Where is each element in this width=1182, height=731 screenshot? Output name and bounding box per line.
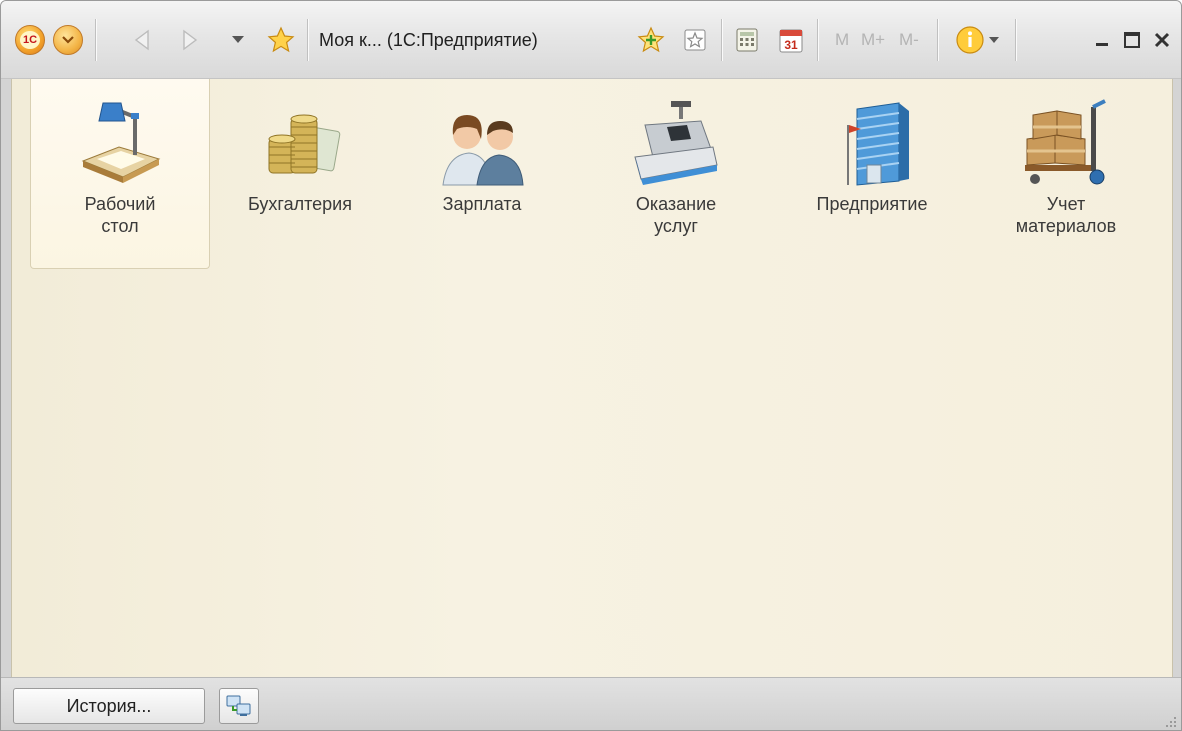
favorites-list-button[interactable] (681, 25, 709, 55)
pallet-jack-boxes-icon (1025, 99, 1106, 185)
memory-plus-button[interactable]: M+ (861, 25, 885, 55)
section-desktop[interactable]: Рабочий стол (30, 79, 210, 269)
memory-button[interactable]: M (835, 25, 849, 55)
network-computers-icon (226, 695, 251, 716)
dropdown-arrow-icon (232, 36, 244, 43)
resize-grip-icon[interactable] (1165, 716, 1177, 728)
dropdown-arrow-icon (989, 36, 999, 43)
section-services[interactable]: Оказание услуг (586, 79, 766, 269)
star-add-icon (637, 26, 665, 53)
back-button[interactable] (129, 25, 157, 55)
calculator-button[interactable] (733, 25, 761, 55)
info-icon (956, 26, 984, 54)
calculator-icon (736, 28, 758, 52)
toolbar-separator (937, 19, 938, 61)
employees-icon (442, 115, 524, 186)
close-icon (1154, 32, 1170, 48)
toolbar-separator (1015, 19, 1016, 61)
active-users-button[interactable] (219, 688, 259, 724)
back-arrow-icon (134, 29, 149, 51)
toolbar-separator (307, 19, 308, 61)
toolbar-separator (817, 19, 818, 61)
history-dropdown-button[interactable] (227, 25, 249, 55)
section-label: Бухгалтерия (248, 194, 352, 214)
section-salary[interactable]: Зарплата (392, 79, 572, 269)
toolbar-separator (721, 19, 722, 61)
minimize-button[interactable] (1087, 23, 1117, 57)
memory-minus-button[interactable]: M- (899, 25, 919, 55)
title-bar: 1С Моя к... (1С:Предприятие) 31 M M+ M- (1, 1, 1181, 79)
coins-icon (268, 114, 341, 174)
sections-panel: Рабочий стол Бухгалтерия Зарплата Оказан… (11, 79, 1173, 677)
svg-text:31: 31 (784, 38, 798, 52)
desk-lamp-icon (81, 102, 161, 183)
1c-logo-button[interactable]: 1С (15, 25, 45, 55)
info-button[interactable] (949, 25, 1005, 55)
section-materials[interactable]: Учет материалов (976, 79, 1156, 269)
1c-logo-icon: 1С (20, 31, 40, 49)
section-enterprise[interactable]: Предприятие (782, 79, 962, 269)
calendar-button[interactable]: 31 (777, 25, 805, 55)
forward-arrow-icon (183, 29, 198, 51)
cash-register-icon (634, 101, 718, 185)
section-accounting[interactable]: Бухгалтерия (210, 79, 390, 269)
add-to-favorites-button[interactable] (635, 25, 667, 55)
calendar-icon: 31 (779, 29, 803, 53)
status-bar: История... (1, 677, 1181, 730)
app-window: 1С Моя к... (1С:Предприятие) 31 M M+ M- … (0, 0, 1182, 731)
maximize-icon (1124, 32, 1140, 48)
main-menu-button[interactable] (53, 25, 83, 55)
favorites-list-icon (684, 29, 706, 51)
minimize-icon (1096, 43, 1108, 46)
section-label: Предприятие (816, 194, 928, 214)
chevron-down-icon (62, 36, 74, 44)
favorites-button[interactable] (265, 25, 297, 55)
close-button[interactable] (1147, 23, 1177, 57)
section-label: Рабочий стол (84, 194, 156, 236)
star-icon (267, 26, 295, 53)
building-icon (847, 102, 909, 186)
window-title: Моя к... (1С:Предприятие) (319, 30, 538, 50)
section-label: Учет материалов (1015, 194, 1117, 236)
maximize-button[interactable] (1117, 23, 1147, 57)
section-label: Зарплата (442, 194, 522, 214)
forward-button[interactable] (175, 25, 203, 55)
toolbar-separator (95, 19, 96, 61)
history-button[interactable]: История... (13, 688, 205, 724)
section-label: Оказание услуг (635, 194, 717, 236)
